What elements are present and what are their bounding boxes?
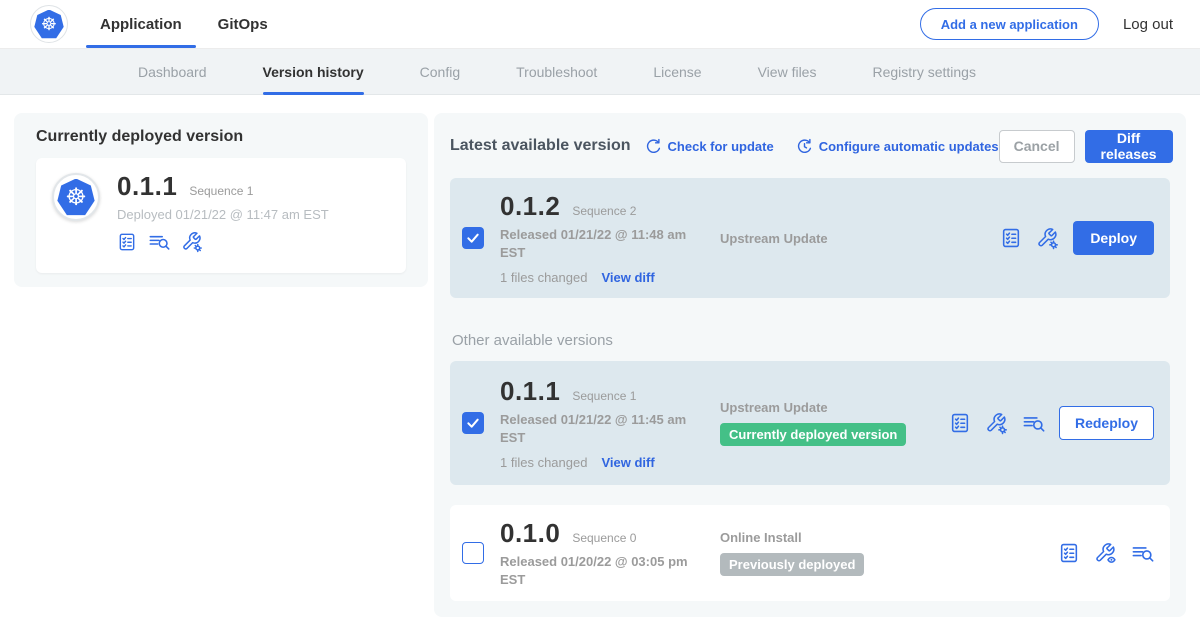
wrench-gear-icon[interactable]: [1036, 227, 1059, 250]
subnav-dashboard[interactable]: Dashboard: [138, 49, 207, 94]
version-sequence: Sequence 0: [572, 531, 636, 545]
view-diff-link[interactable]: View diff: [601, 270, 654, 285]
logout-link[interactable]: Log out: [1123, 16, 1173, 33]
top-tabs: Application GitOps: [86, 0, 290, 48]
kubernetes-wheel-icon: ☸: [57, 179, 95, 216]
currently-deployed-panel: Currently deployed version ☸ 0.1.1 Seque…: [14, 113, 428, 287]
version-checkbox[interactable]: [462, 227, 484, 249]
deployed-timestamp: Deployed 01/21/22 @ 11:47 am EST: [117, 207, 329, 222]
released-timestamp: Released 01/20/22 @ 03:05 pm EST: [500, 553, 692, 588]
kubernetes-wheel-icon: ☸: [34, 10, 64, 39]
kubernetes-logo: ☸: [30, 5, 68, 43]
add-application-button[interactable]: Add a new application: [920, 8, 1099, 40]
version-checkbox[interactable]: [462, 412, 484, 434]
wrench-gear-icon[interactable]: [181, 231, 203, 253]
logs-magnifier-icon[interactable]: [1131, 542, 1154, 565]
view-diff-link[interactable]: View diff: [601, 455, 654, 470]
available-versions-panel: Latest available version Check for updat…: [434, 113, 1186, 617]
logs-magnifier-icon[interactable]: [1022, 412, 1045, 435]
deployed-version-card: ☸ 0.1.1 Sequence 1 Deployed 01/21/22 @ 1…: [36, 158, 406, 273]
configure-automatic-updates-link[interactable]: Configure automatic updates: [796, 138, 999, 155]
check-for-update-label: Check for update: [668, 139, 774, 154]
main-content: Currently deployed version ☸ 0.1.1 Seque…: [0, 95, 1200, 634]
subnav-view-files[interactable]: View files: [758, 49, 817, 94]
version-number: 0.1.2: [500, 191, 560, 222]
version-source: Upstream Update: [720, 400, 949, 415]
app-subnav: Dashboard Version history Config Trouble…: [0, 48, 1200, 95]
tab-gitops-label: GitOps: [218, 16, 268, 33]
panel-header: Latest available version Check for updat…: [450, 129, 1170, 163]
released-timestamp: Released 01/21/22 @ 11:45 am EST: [500, 411, 692, 446]
tab-application-label: Application: [100, 16, 182, 33]
tab-gitops[interactable]: GitOps: [204, 0, 282, 48]
deployed-version-number: 0.1.1: [117, 171, 177, 202]
version-sequence: Sequence 1: [572, 389, 636, 403]
other-versions-title: Other available versions: [452, 332, 1170, 349]
deployed-sequence: Sequence 1: [189, 184, 253, 198]
version-sequence: Sequence 2: [572, 204, 636, 218]
subnav-troubleshoot[interactable]: Troubleshoot: [516, 49, 597, 94]
version-row-0-1-2: 0.1.2 Sequence 2 Released 01/21/22 @ 11:…: [450, 178, 1170, 298]
configure-automatic-updates-label: Configure automatic updates: [819, 139, 999, 154]
released-timestamp: Released 01/21/22 @ 11:48 am EST: [500, 226, 692, 261]
deploy-button[interactable]: Deploy: [1073, 221, 1154, 255]
checklist-icon[interactable]: [949, 412, 971, 434]
top-bar-right: Add a new application Log out: [920, 8, 1173, 40]
version-source: Upstream Update: [720, 231, 1000, 246]
auto-update-clock-icon: [796, 138, 813, 155]
redeploy-button[interactable]: Redeploy: [1059, 406, 1154, 440]
checklist-icon[interactable]: [1058, 542, 1080, 564]
version-row-0-1-1: 0.1.1 Sequence 1 Released 01/21/22 @ 11:…: [450, 361, 1170, 485]
diff-releases-button[interactable]: Diff releases: [1085, 130, 1173, 163]
latest-available-title: Latest available version: [450, 137, 631, 155]
files-changed: 1 files changed: [500, 455, 587, 470]
refresh-icon: [645, 138, 662, 155]
subnav-version-history[interactable]: Version history: [263, 49, 364, 94]
wrench-gear-icon[interactable]: [985, 412, 1008, 435]
subnav-license[interactable]: License: [653, 49, 701, 94]
currently-deployed-title: Currently deployed version: [36, 128, 406, 146]
version-row-0-1-0: 0.1.0 Sequence 0 Released 01/20/22 @ 03:…: [450, 505, 1170, 601]
check-for-update-link[interactable]: Check for update: [645, 138, 774, 155]
wrench-eye-icon[interactable]: [1094, 542, 1117, 565]
currently-deployed-badge: Currently deployed version: [720, 423, 906, 446]
version-number: 0.1.0: [500, 518, 560, 549]
tab-application[interactable]: Application: [86, 0, 196, 48]
cancel-button[interactable]: Cancel: [999, 130, 1075, 163]
admin-console: ☸ Application GitOps Add a new applicati…: [0, 0, 1200, 634]
checklist-icon[interactable]: [1000, 227, 1022, 249]
subnav-registry-settings[interactable]: Registry settings: [872, 49, 975, 94]
logs-magnifier-icon[interactable]: [148, 231, 170, 253]
files-changed: 1 files changed: [500, 270, 587, 285]
checklist-icon[interactable]: [117, 232, 137, 252]
version-source: Online Install: [720, 530, 1058, 545]
top-bar: ☸ Application GitOps Add a new applicati…: [0, 0, 1200, 48]
app-icon: ☸: [52, 173, 100, 221]
version-checkbox[interactable]: [462, 542, 484, 564]
subnav-config[interactable]: Config: [420, 49, 460, 94]
version-number: 0.1.1: [500, 376, 560, 407]
previously-deployed-badge: Previously deployed: [720, 553, 864, 576]
